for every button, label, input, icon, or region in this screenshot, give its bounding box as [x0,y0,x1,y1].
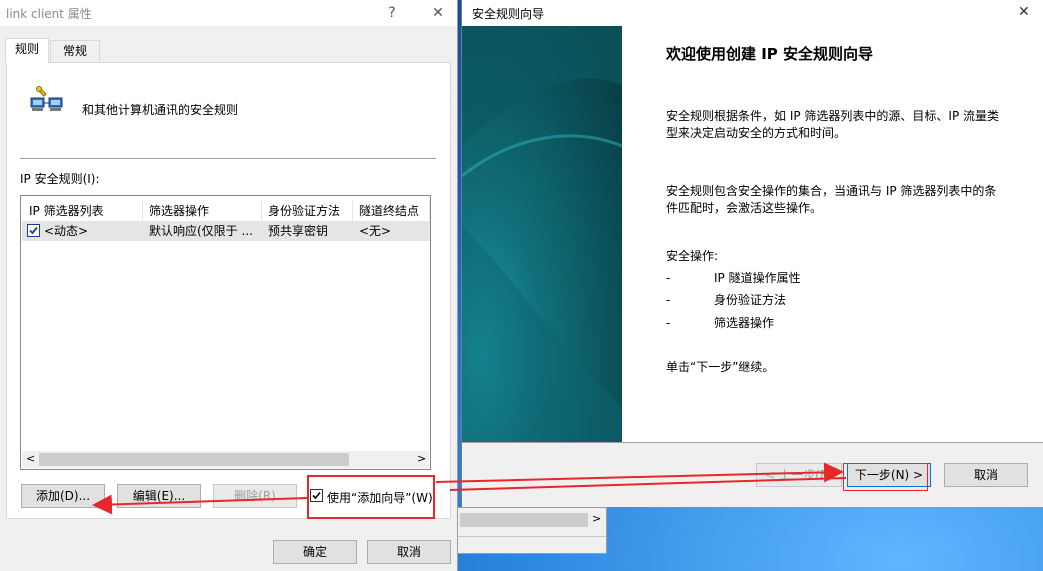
tab-rules[interactable]: 规则 [5,38,49,63]
arrow-to-add-button [92,494,308,515]
annotation-arrows [92,462,847,515]
